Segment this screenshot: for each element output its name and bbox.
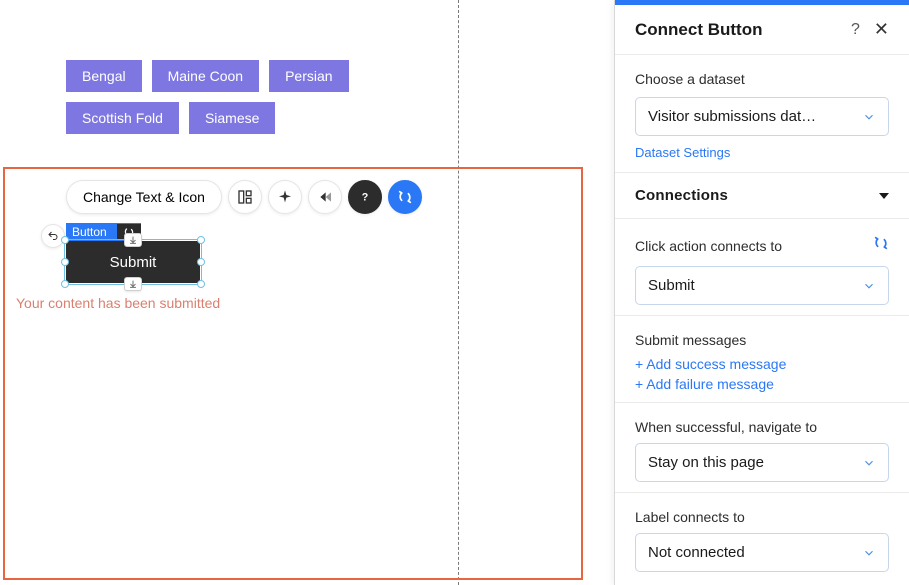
click-action-label: Click action connects to [635,238,782,254]
design-icon[interactable] [268,180,302,214]
navigate-value: Stay on this page [648,454,764,471]
tag-item[interactable]: Scottish Fold [66,102,179,134]
connect-data-icon[interactable] [388,180,422,214]
connections-title: Connections [635,187,728,204]
close-icon[interactable]: ✕ [874,19,889,40]
resize-handle[interactable] [61,280,69,288]
submit-messages-section: Submit messages + Add success message + … [615,316,909,403]
attach-handle-icon[interactable] [124,233,142,247]
tags-group: Bengal Maine Coon Persian Scottish Fold … [66,60,366,134]
resize-handle[interactable] [197,258,205,266]
label-connects-label: Label connects to [635,509,889,525]
connect-indicator-icon [873,235,889,256]
navigate-label: When successful, navigate to [635,419,889,435]
help-icon[interactable]: ? [348,180,382,214]
label-connects-section: Label connects to Not connected [615,493,909,582]
svg-text:?: ? [362,191,369,203]
label-connects-dropdown[interactable]: Not connected [635,533,889,572]
dataset-value: Visitor submissions dat… [648,108,816,125]
connect-panel: Connect Button ? ✕ Choose a dataset Visi… [614,0,909,585]
chevron-down-icon [862,546,876,560]
editor-canvas: Bengal Maine Coon Persian Scottish Fold … [0,0,614,585]
badge-text: Button [72,225,107,239]
click-action-section: Click action connects to Submit [615,219,909,316]
click-action-dropdown[interactable]: Submit [635,266,889,305]
help-icon[interactable]: ? [851,21,860,39]
resize-handle[interactable] [61,258,69,266]
tag-item[interactable]: Persian [269,60,348,92]
animation-icon[interactable] [308,180,342,214]
add-failure-link[interactable]: + Add failure message [635,376,889,392]
status-message: Your content has been submitted [16,295,220,311]
chevron-down-icon [862,456,876,470]
floating-toolbar: Change Text & Icon ? [66,180,422,214]
chevron-down-icon [862,110,876,124]
navigate-dropdown[interactable]: Stay on this page [635,443,889,482]
dataset-section: Choose a dataset Visitor submissions dat… [615,55,909,173]
panel-header: Connect Button ? ✕ [615,5,909,55]
change-text-button[interactable]: Change Text & Icon [66,180,222,214]
tag-item[interactable]: Siamese [189,102,275,134]
add-success-link[interactable]: + Add success message [635,356,889,372]
dataset-label: Choose a dataset [635,71,889,87]
navigate-section: When successful, navigate to Stay on thi… [615,403,909,493]
resize-handle[interactable] [197,236,205,244]
resize-handle[interactable] [197,280,205,288]
chevron-down-icon [879,193,889,199]
attach-handle-icon[interactable] [124,277,142,291]
tag-item[interactable]: Maine Coon [152,60,260,92]
chevron-down-icon [862,279,876,293]
dataset-settings-link[interactable]: Dataset Settings [635,145,730,160]
tag-item[interactable]: Bengal [66,60,142,92]
connections-header[interactable]: Connections [615,173,909,219]
dataset-dropdown[interactable]: Visitor submissions dat… [635,97,889,136]
layout-icon[interactable] [228,180,262,214]
panel-title: Connect Button [635,20,762,40]
label-connects-value: Not connected [648,544,745,561]
submit-messages-label: Submit messages [635,332,889,348]
resize-handle[interactable] [61,236,69,244]
click-action-value: Submit [648,277,695,294]
selected-element[interactable]: Submit [66,241,200,283]
